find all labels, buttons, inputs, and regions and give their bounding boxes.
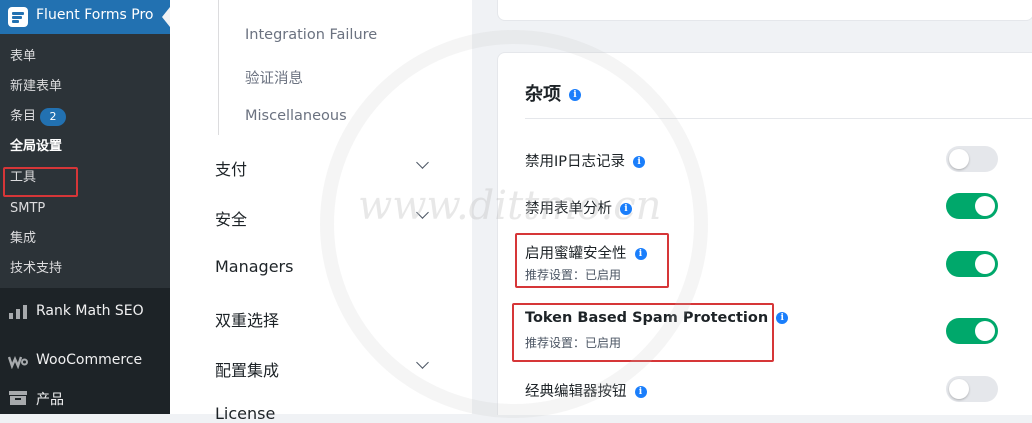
info-icon[interactable]: i	[776, 312, 789, 324]
plugin-submenu: 表单 新建表单 条目 2 全局设置 工具 SMTP 集成 技术支持	[0, 34, 170, 288]
menu-item-rank-math[interactable]: Rank Math SEO	[0, 297, 170, 327]
nav-section-configure-integrations[interactable]: 配置集成	[215, 357, 279, 381]
nav-section-double-optin[interactable]: 双重选择	[215, 307, 279, 331]
toggle-token-spam[interactable]	[946, 318, 998, 344]
entries-count-badge: 2	[40, 108, 67, 126]
chart-icon	[9, 305, 27, 319]
setting-label-classic-editor-button: 经典编辑器按钮 i	[525, 380, 647, 401]
plugin-menu-header[interactable]: Fluent Forms Pro	[0, 0, 170, 34]
settings-navigation: Integration Failure 验证消息 Miscellaneous 支…	[170, 0, 472, 423]
chevron-down-icon[interactable]	[416, 206, 429, 219]
settings-content: 杂项 i 禁用IP日志记录 i 禁用表单分析 i 启用蜜罐安全性 i 推荐设置：已启用 …	[472, 0, 1032, 415]
menu-item-products[interactable]: 产品	[0, 383, 170, 413]
nav-section-security[interactable]: 安全	[215, 206, 247, 230]
info-icon[interactable]: i	[569, 89, 581, 101]
setting-label-token-spam: Token Based Spam Protection i	[525, 310, 789, 326]
nav-item-validation-messages[interactable]: 验证消息	[245, 67, 303, 88]
submenu-item-tools[interactable]: 工具	[10, 169, 36, 187]
info-icon[interactable]: i	[634, 248, 647, 260]
info-icon[interactable]: i	[634, 386, 647, 398]
divider	[525, 118, 1032, 119]
nav-section-managers[interactable]: Managers	[215, 257, 293, 276]
toggle-disable-form-analytics[interactable]	[946, 193, 998, 219]
previous-card	[497, 0, 1032, 21]
nav-item-miscellaneous[interactable]: Miscellaneous	[245, 108, 347, 124]
info-icon[interactable]: i	[633, 156, 646, 168]
chevron-down-icon[interactable]	[416, 356, 429, 369]
admin-sidebar: Fluent Forms Pro 表单 新建表单 条目 2 全局设置 工具 SMT…	[0, 0, 170, 414]
submenu-item-integrations[interactable]: 集成	[10, 230, 36, 248]
nav-section-payments[interactable]: 支付	[215, 156, 247, 180]
info-icon[interactable]: i	[620, 203, 632, 215]
nav-tree-line	[218, 0, 219, 135]
archive-icon	[9, 391, 27, 405]
setting-label-disable-form-analytics: 禁用表单分析 i	[525, 197, 632, 218]
toggle-disable-ip-logging[interactable]	[946, 146, 998, 172]
card-title: 杂项 i	[525, 80, 581, 106]
setting-hint-honeypot: 推荐设置：已启用	[525, 268, 622, 282]
setting-label-disable-ip-logging: 禁用IP日志记录 i	[525, 150, 646, 171]
active-menu-arrow-icon	[162, 7, 170, 27]
setting-label-honeypot: 启用蜜罐安全性 i	[525, 242, 647, 263]
fluent-forms-logo-icon	[8, 7, 28, 27]
plugin-title: Fluent Forms Pro	[36, 7, 154, 23]
nav-item-integration-failure[interactable]: Integration Failure	[245, 27, 377, 43]
submenu-item-global-settings[interactable]: 全局设置	[10, 138, 62, 156]
submenu-item-smtp[interactable]: SMTP	[10, 200, 45, 218]
setting-hint-token-spam: 推荐设置：已启用	[525, 336, 622, 350]
toggle-honeypot[interactable]	[946, 251, 998, 277]
misc-settings-card: 杂项 i 禁用IP日志记录 i 禁用表单分析 i 启用蜜罐安全性 i 推荐设置：已启用 …	[497, 52, 1032, 415]
submenu-item-support[interactable]: 技术支持	[10, 260, 62, 278]
woo-icon	[8, 355, 28, 369]
submenu-item-entries[interactable]: 条目 2	[10, 108, 67, 126]
toggle-classic-editor-button[interactable]	[946, 376, 998, 402]
chevron-down-icon[interactable]	[416, 156, 429, 169]
menu-item-woocommerce[interactable]: WooCommerce	[0, 346, 170, 376]
submenu-item-forms[interactable]: 表单	[10, 48, 36, 66]
submenu-item-new-form[interactable]: 新建表单	[10, 78, 62, 96]
